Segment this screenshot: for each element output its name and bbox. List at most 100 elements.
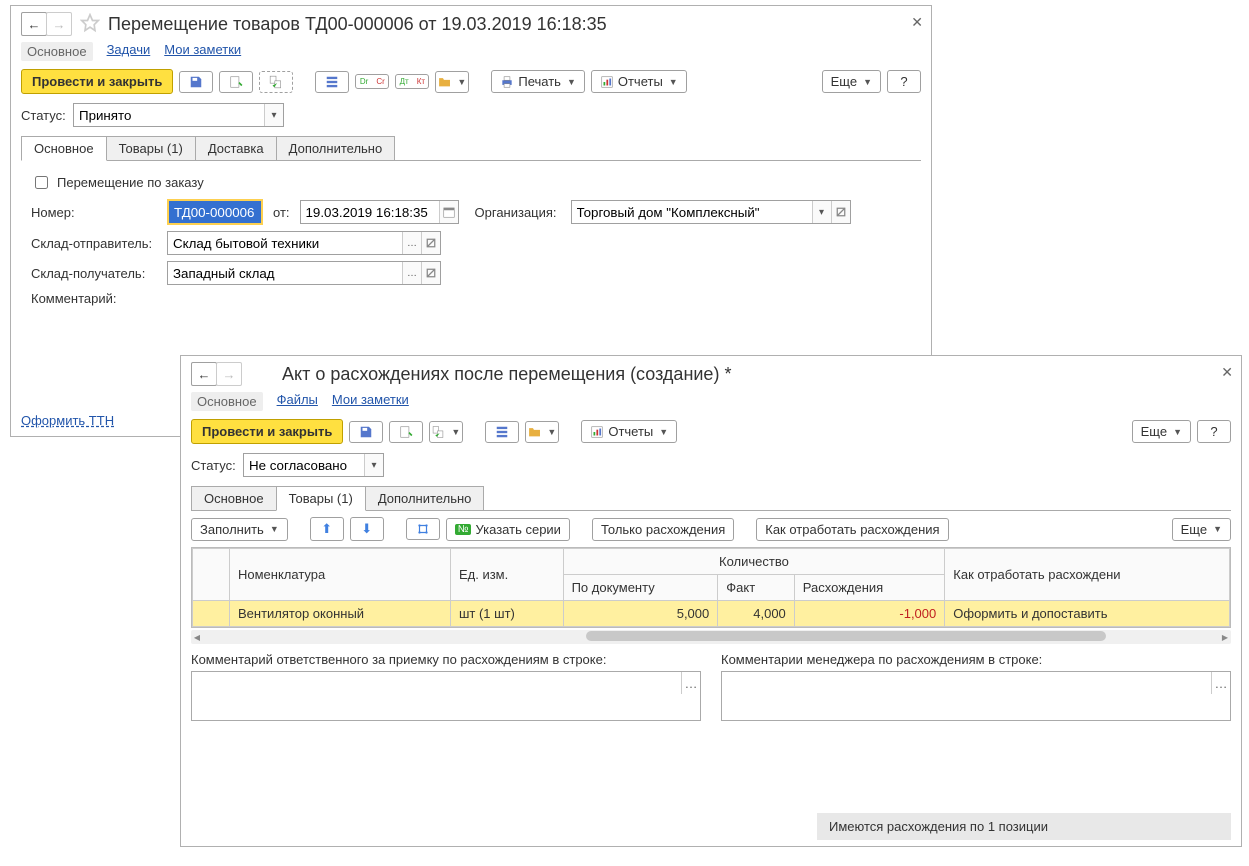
more-button[interactable]: Еще▼ — [822, 70, 881, 93]
favorite-icon[interactable] — [80, 13, 100, 36]
sender-select-icon[interactable]: … — [402, 232, 421, 254]
org-open-icon[interactable] — [831, 201, 850, 223]
receiver-label: Склад-получатель: — [31, 266, 161, 281]
move-down-button[interactable]: ⬇ — [350, 517, 384, 541]
table-more-button[interactable]: Еще▼ — [1172, 518, 1231, 541]
how-handle-button[interactable]: Как отработать расхождения — [756, 518, 948, 541]
nav-main[interactable]: Основное — [21, 42, 93, 61]
reports-button-2[interactable]: Отчеты▼ — [581, 420, 677, 443]
nav2-notes[interactable]: Мои заметки — [332, 392, 409, 411]
attach-folder-button[interactable]: ▼ — [435, 71, 469, 93]
nav2-files[interactable]: Файлы — [277, 392, 318, 411]
cell-how[interactable]: Оформить и допоставить — [945, 601, 1230, 627]
only-diff-button[interactable]: Только расхождения — [592, 518, 734, 541]
table-hscroll[interactable]: ◀ ▶ — [191, 630, 1231, 644]
nav-forward-button-2[interactable]: → — [216, 362, 242, 386]
structure-button[interactable] — [315, 71, 349, 93]
number-label: Номер: — [31, 205, 161, 220]
cell-diff[interactable]: -1,000 — [794, 601, 944, 627]
create-based-on-button-2[interactable]: ▼ — [429, 421, 463, 443]
resp-comment-label: Комментарий ответственного за приемку по… — [191, 652, 701, 667]
ttn-link[interactable]: Оформить ТТН — [21, 413, 114, 428]
date-combo[interactable] — [300, 200, 459, 224]
post-and-close-button-2[interactable]: Провести и закрыть — [191, 419, 343, 444]
cell-unit[interactable]: шт (1 шт) — [450, 601, 563, 627]
by-order-checkbox[interactable] — [35, 176, 48, 189]
hscroll-thumb[interactable] — [586, 631, 1106, 641]
receiver-combo[interactable]: … — [167, 261, 441, 285]
org-combo[interactable]: ▾ — [571, 200, 851, 224]
help-button-2[interactable]: ? — [1197, 420, 1231, 443]
dtkt-icon[interactable]: ДтКт — [395, 74, 429, 89]
sender-open-icon[interactable] — [421, 232, 440, 254]
col-bydoc[interactable]: По документу — [563, 575, 718, 601]
nav-back-button[interactable]: ← — [21, 12, 47, 36]
save-button[interactable] — [179, 71, 213, 93]
status-input[interactable] — [74, 104, 264, 126]
close-icon-2[interactable]: ✕ — [1221, 364, 1233, 381]
fill-button[interactable]: Заполнить▼ — [191, 518, 288, 541]
drcr-icon[interactable]: DrCr — [355, 74, 389, 89]
status-dropdown[interactable]: ▾ — [264, 104, 283, 126]
receiver-select-icon[interactable]: … — [402, 262, 421, 284]
status-combo[interactable]: ▾ — [73, 103, 284, 127]
table-row[interactable]: Вентилятор оконный шт (1 шт) 5,000 4,000… — [193, 601, 1230, 627]
hscroll-right-icon[interactable]: ▶ — [1219, 631, 1231, 643]
col-fact[interactable]: Факт — [718, 575, 795, 601]
status-dropdown-2[interactable]: ▾ — [364, 454, 383, 476]
spread-button[interactable] — [406, 518, 440, 540]
tab2-goods[interactable]: Товары (1) — [276, 486, 366, 511]
sender-combo[interactable]: … — [167, 231, 441, 255]
receiver-input[interactable] — [168, 262, 402, 284]
nav-back-button-2[interactable]: ← — [191, 362, 217, 386]
receiver-open-icon[interactable] — [421, 262, 440, 284]
comment-label: Комментарий: — [31, 291, 161, 306]
col-unit[interactable]: Ед. изм. — [450, 549, 563, 601]
attach-folder-button-2[interactable]: ▼ — [525, 421, 559, 443]
print-button[interactable]: Печать▼ — [491, 70, 585, 93]
nav-tasks[interactable]: Задачи — [107, 42, 151, 61]
help-button[interactable]: ? — [887, 70, 921, 93]
col-diff[interactable]: Расхождения — [794, 575, 944, 601]
cell-fact[interactable]: 4,000 — [718, 601, 795, 627]
tab-additional[interactable]: Дополнительно — [276, 136, 396, 160]
tab-delivery[interactable]: Доставка — [195, 136, 277, 160]
hscroll-left-icon[interactable]: ◀ — [191, 631, 203, 643]
tab2-main[interactable]: Основное — [191, 486, 277, 510]
save-button-2[interactable] — [349, 421, 383, 443]
sender-input[interactable] — [168, 232, 402, 254]
structure-button-2[interactable] — [485, 421, 519, 443]
nav-forward-button[interactable]: → — [46, 12, 72, 36]
series-button[interactable]: № Указать серии — [446, 518, 570, 541]
date-input[interactable] — [301, 201, 439, 223]
cell-bydoc[interactable]: 5,000 — [563, 601, 718, 627]
col-qty[interactable]: Количество — [563, 549, 945, 575]
nav-notes[interactable]: Мои заметки — [164, 42, 241, 61]
post-button-2[interactable] — [389, 421, 423, 443]
move-up-button[interactable]: ⬆ — [310, 517, 344, 541]
status-combo-2[interactable]: ▾ — [243, 453, 384, 477]
org-input[interactable] — [572, 201, 812, 223]
mgr-comment-input[interactable]: … — [721, 671, 1231, 721]
close-icon[interactable]: ✕ — [911, 14, 923, 31]
tab-goods[interactable]: Товары (1) — [106, 136, 196, 160]
nav2-main[interactable]: Основное — [191, 392, 263, 411]
cell-nomenclature[interactable]: Вентилятор оконный — [230, 601, 451, 627]
calendar-icon[interactable] — [439, 201, 458, 223]
more-button-2[interactable]: Еще▼ — [1132, 420, 1191, 443]
mgr-comment-expand-icon[interactable]: … — [1211, 672, 1230, 694]
tab2-additional[interactable]: Дополнительно — [365, 486, 485, 510]
resp-comment-input[interactable]: … — [191, 671, 701, 721]
col-nomenclature[interactable]: Номенклатура — [230, 549, 451, 601]
reports-button[interactable]: Отчеты▼ — [591, 70, 687, 93]
post-button[interactable] — [219, 71, 253, 93]
org-dropdown[interactable]: ▾ — [812, 201, 831, 223]
navlinks-2: Основное Файлы Мои заметки — [181, 388, 1241, 417]
resp-comment-expand-icon[interactable]: … — [681, 672, 700, 694]
tab-main[interactable]: Основное — [21, 136, 107, 161]
col-how[interactable]: Как отработать расхождени — [945, 549, 1230, 601]
create-based-on-button[interactable] — [259, 71, 293, 93]
status-input-2[interactable] — [244, 454, 364, 476]
post-and-close-button[interactable]: Провести и закрыть — [21, 69, 173, 94]
number-input[interactable] — [167, 199, 263, 225]
